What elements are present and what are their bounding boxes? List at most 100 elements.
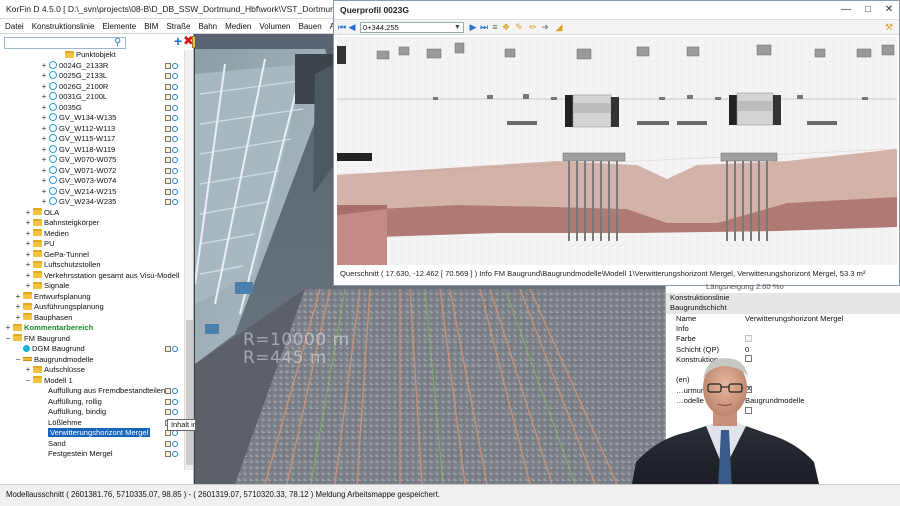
zoom-to-icon[interactable] bbox=[172, 409, 178, 415]
tree-item[interactable]: +0026G_2100R bbox=[0, 81, 182, 93]
visibility-toggle[interactable] bbox=[165, 167, 180, 175]
visibility-icon[interactable] bbox=[165, 115, 171, 121]
tree-search-input[interactable] bbox=[4, 37, 126, 49]
visibility-icon[interactable] bbox=[165, 178, 171, 184]
pen-icon[interactable]: ✏ bbox=[528, 22, 538, 33]
tree-item[interactable]: + GV_W234-W235 bbox=[0, 197, 182, 208]
tree-item[interactable]: Punktobjekt bbox=[0, 50, 182, 61]
tree-item[interactable]: + OLA bbox=[0, 208, 182, 219]
arrow-right-icon[interactable]: ➜ bbox=[540, 22, 550, 33]
tree-item[interactable]: + GV_W134-W135 bbox=[0, 113, 182, 124]
chevron-down-icon[interactable]: ▼ bbox=[454, 22, 461, 33]
visibility-toggle[interactable] bbox=[165, 450, 180, 458]
collapse-icon[interactable]: − bbox=[14, 355, 22, 366]
zoom-to-icon[interactable] bbox=[172, 346, 178, 352]
expand-icon[interactable]: + bbox=[24, 218, 32, 229]
tree-item[interactable]: + PU bbox=[0, 239, 182, 250]
visibility-toggle[interactable] bbox=[165, 440, 180, 448]
menu-item-8[interactable]: Bauen bbox=[294, 19, 325, 33]
ruler-icon[interactable]: ◢ bbox=[554, 22, 564, 33]
visibility-icon[interactable] bbox=[165, 398, 171, 405]
zoom-to-icon[interactable] bbox=[172, 440, 178, 447]
zoom-to-icon[interactable] bbox=[172, 115, 178, 121]
expand-icon[interactable]: + bbox=[40, 166, 48, 177]
tool-icon[interactable]: ⚒ bbox=[884, 22, 894, 33]
visibility-icon[interactable] bbox=[165, 167, 171, 174]
expand-icon[interactable]: + bbox=[40, 82, 48, 93]
property-row[interactable]: Info bbox=[666, 324, 900, 334]
visibility-icon[interactable] bbox=[165, 62, 171, 69]
visibility-icon[interactable] bbox=[165, 440, 171, 447]
zoom-to-icon[interactable] bbox=[172, 451, 178, 457]
tree-item[interactable]: + Luftschutzstollen bbox=[0, 260, 182, 271]
tree-item[interactable]: Lößlehme bbox=[0, 418, 182, 429]
visibility-icon[interactable] bbox=[165, 346, 171, 352]
expand-icon[interactable]: + bbox=[40, 145, 48, 156]
tree-scrollbar[interactable] bbox=[184, 50, 193, 470]
expand-icon[interactable]: + bbox=[40, 176, 48, 187]
tree-item[interactable]: +0025G_2133L bbox=[0, 71, 182, 82]
visibility-toggle[interactable] bbox=[165, 146, 180, 154]
zoom-icon[interactable]: ❖ bbox=[501, 22, 511, 33]
zoom-to-icon[interactable] bbox=[172, 398, 178, 405]
visibility-toggle[interactable] bbox=[165, 188, 180, 196]
zoom-to-icon[interactable] bbox=[172, 94, 178, 100]
menu-item-1[interactable]: Konstruktionslinie bbox=[27, 19, 98, 33]
visibility-toggle[interactable] bbox=[165, 93, 180, 101]
menu-item-5[interactable]: Bahn bbox=[193, 19, 220, 33]
collapse-icon[interactable]: − bbox=[4, 334, 12, 345]
menu-item-0[interactable]: Datei bbox=[0, 19, 27, 33]
cross-section-titlebar[interactable]: Querprofil 0023G — □ ✕ bbox=[334, 1, 899, 20]
tree-item[interactable]: + GV_W118-W119 bbox=[0, 144, 182, 156]
tree-item[interactable]: + Bahnsteigkörper bbox=[0, 218, 182, 229]
visibility-toggle[interactable] bbox=[165, 408, 180, 416]
menu-item-4[interactable]: Straße bbox=[161, 19, 193, 33]
tree-item[interactable]: DGM Baugrund bbox=[0, 344, 182, 355]
zoom-to-icon[interactable] bbox=[172, 62, 178, 69]
plus-icon[interactable]: + bbox=[174, 34, 182, 48]
zoom-to-icon[interactable] bbox=[172, 146, 178, 153]
close-icon[interactable]: ✕ bbox=[881, 3, 897, 17]
prev-station-icon[interactable]: ◀ bbox=[347, 22, 357, 33]
visibility-toggle[interactable] bbox=[165, 72, 180, 80]
visibility-toggle[interactable] bbox=[165, 398, 180, 406]
collapse-icon[interactable]: − bbox=[24, 376, 32, 387]
next-station-icon[interactable]: ▶ bbox=[468, 22, 478, 33]
visibility-toggle[interactable] bbox=[165, 114, 180, 122]
menu-item-2[interactable]: Elemente bbox=[97, 19, 139, 33]
visibility-icon[interactable] bbox=[165, 409, 171, 415]
station-select[interactable]: 0+344,255 bbox=[360, 22, 464, 33]
tree-item[interactable]: + GV_W071-W072 bbox=[0, 165, 182, 177]
expand-icon[interactable]: + bbox=[14, 313, 22, 324]
visibility-icon[interactable] bbox=[165, 94, 171, 100]
visibility-toggle[interactable] bbox=[165, 198, 180, 206]
zoom-to-icon[interactable] bbox=[172, 388, 178, 394]
tree-item[interactable]: + GV_W112-W113 bbox=[0, 123, 182, 135]
property-checkbox[interactable] bbox=[745, 334, 752, 342]
tree-item[interactable]: − Modell 1 bbox=[0, 376, 182, 387]
expand-icon[interactable]: + bbox=[40, 134, 48, 145]
tree-item[interactable]: + Ausführungsplanung bbox=[0, 302, 182, 313]
expand-icon[interactable]: + bbox=[40, 92, 48, 103]
expand-icon[interactable]: + bbox=[40, 113, 48, 124]
expand-icon[interactable]: + bbox=[24, 239, 32, 250]
tree-item[interactable]: + Bauphasen bbox=[0, 313, 182, 324]
visibility-toggle[interactable] bbox=[165, 125, 180, 133]
expand-icon[interactable]: + bbox=[24, 271, 32, 282]
expand-icon[interactable]: + bbox=[4, 323, 12, 334]
tree-item[interactable]: − FM Baugrund bbox=[0, 334, 182, 345]
visibility-toggle[interactable] bbox=[165, 135, 180, 143]
property-value[interactable] bbox=[745, 334, 752, 344]
tree-item[interactable]: + GV_W115-W117 bbox=[0, 134, 182, 145]
visibility-toggle[interactable] bbox=[165, 104, 180, 112]
expand-icon[interactable]: + bbox=[24, 229, 32, 240]
tree-item[interactable]: +0024G_2133R bbox=[0, 60, 182, 72]
visibility-icon[interactable] bbox=[165, 125, 171, 132]
expand-icon[interactable]: + bbox=[24, 281, 32, 292]
tree-item[interactable]: + Signale bbox=[0, 281, 182, 292]
visibility-toggle[interactable] bbox=[165, 177, 180, 185]
zoom-to-icon[interactable] bbox=[172, 199, 178, 205]
tree-item[interactable]: + GV_W073-W074 bbox=[0, 176, 182, 187]
tree-item[interactable]: − Baugrundmodelle bbox=[0, 355, 182, 366]
visibility-toggle[interactable] bbox=[165, 62, 180, 70]
